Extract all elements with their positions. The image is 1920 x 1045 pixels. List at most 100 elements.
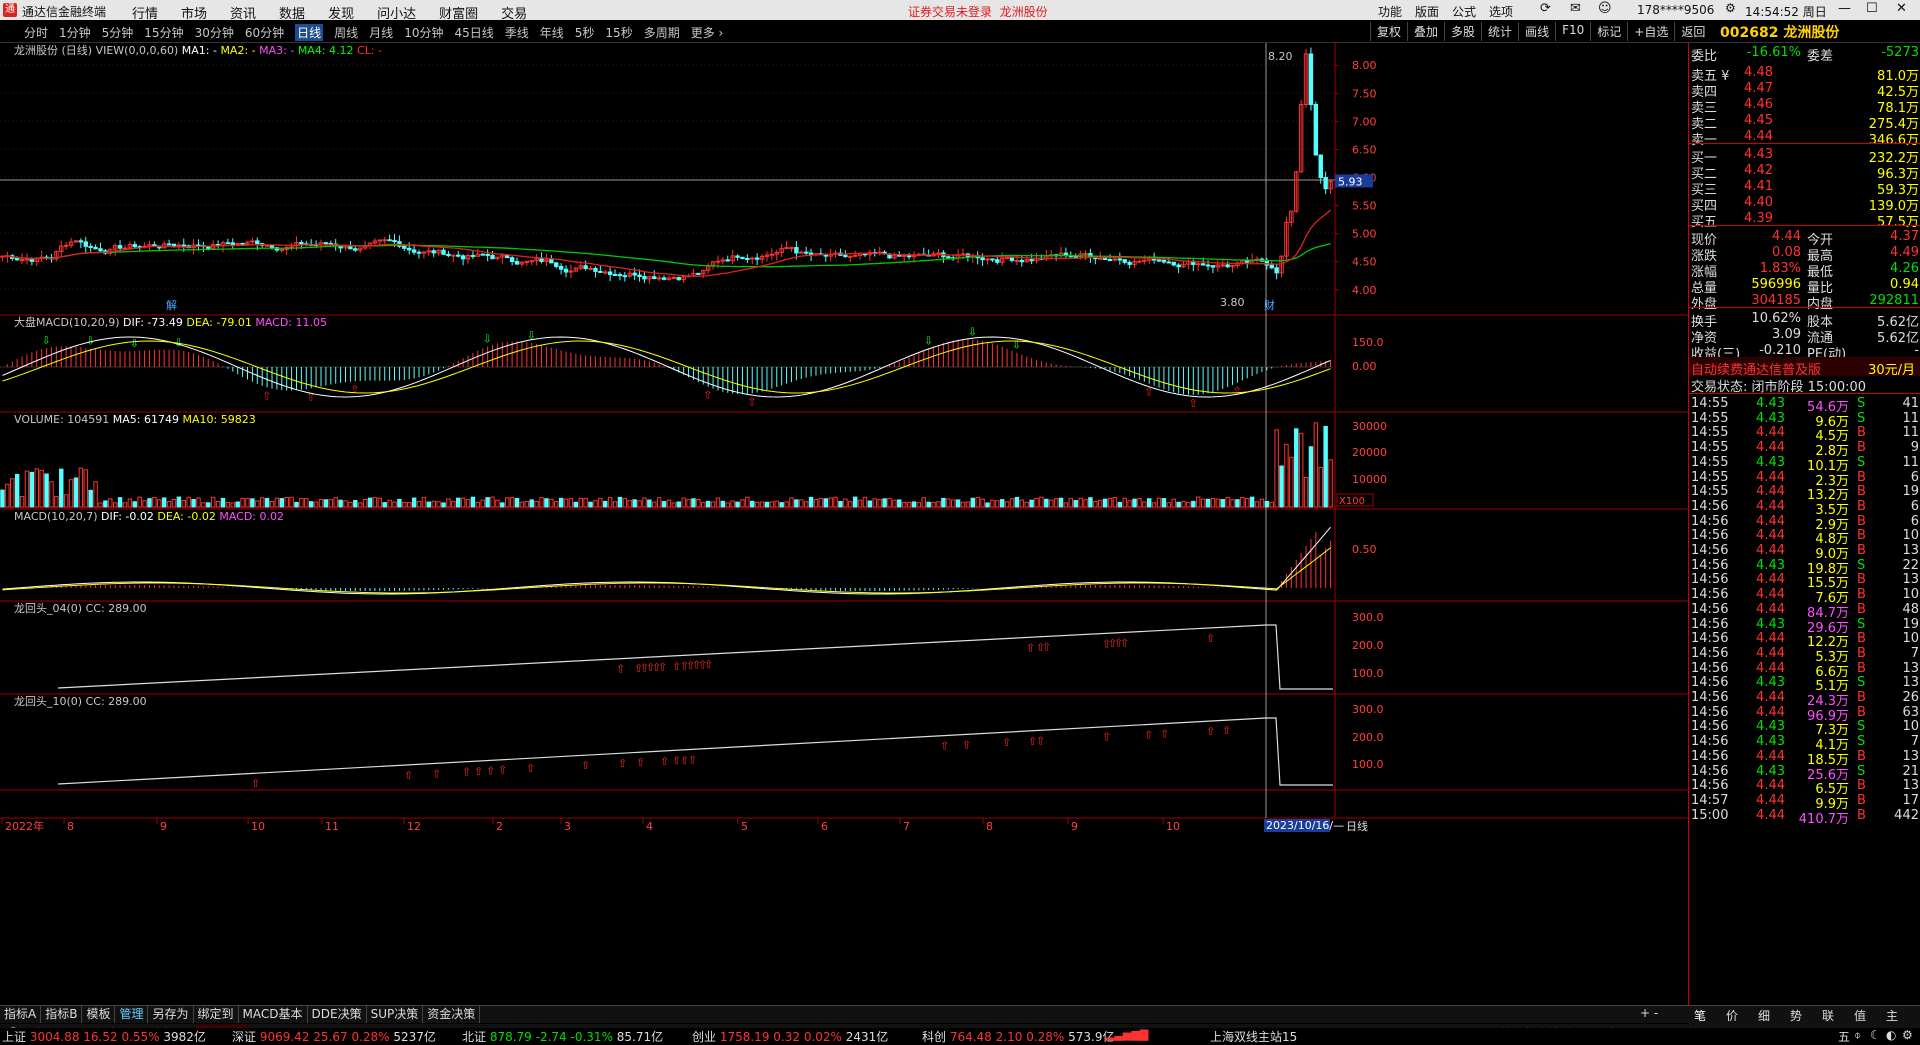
tool-button-7[interactable]: +自选 [1627,22,1674,41]
volume-bar [558,497,564,508]
volume-bar [250,498,255,508]
period-tab-3[interactable]: 15分钟 [144,24,183,41]
indicator-tab-4[interactable]: 另存为 [148,1006,194,1023]
tool-button-4[interactable]: 画线 [1518,22,1555,41]
menu-options[interactable]: 选项 [1489,3,1513,20]
quote-tab-1[interactable]: 价 [1726,1007,1738,1024]
kline-chart[interactable]: 8.007.507.006.506.005.505.004.504.005.93… [0,43,1688,1005]
login-warning[interactable]: 证券交易未登录 龙洲股份 [908,3,1048,20]
candle-body [19,259,25,262]
settings-icon[interactable]: ⚙ [1725,1,1736,15]
period-tab-1[interactable]: 1分钟 [59,24,91,41]
volume-bar [980,498,985,508]
tray-icon-2[interactable]: ☾ [1870,1028,1881,1042]
volume-bar [843,498,848,508]
quote-tab-5[interactable]: 值 [1854,1007,1866,1024]
minimize-icon[interactable]: — [1838,1,1851,16]
maximize-icon[interactable]: ☐ [1866,1,1878,16]
volume-bar [936,501,941,508]
tool-button-5[interactable]: F10 [1555,22,1590,41]
lht10-arrow-icon: ⇧ [1036,734,1045,747]
candle-body [1269,264,1274,269]
quote-tab-3[interactable]: 势 [1790,1007,1802,1024]
trade-status-row: 交易状态: 闭市阶段 15:00:00 [1689,374,1920,395]
period-tab-16[interactable]: 更多 › [691,24,724,41]
period-tab-5[interactable]: 60分钟 [245,24,284,41]
candle-body [1014,259,1020,262]
menu-formula[interactable]: 公式 [1452,3,1476,20]
period-tab-14[interactable]: 15秒 [605,24,632,41]
volume-bar [147,498,152,508]
volume-bar [901,502,907,508]
indicator-tab-7[interactable]: DDE决策 [308,1006,367,1023]
indicator-tab-0[interactable]: 指标A [0,1006,42,1023]
volume-bar [93,481,98,508]
lht10-arrow-icon: ⇧ [462,766,471,779]
refresh-icon[interactable]: ⟳ [1540,1,1551,16]
close-icon[interactable]: ✕ [1896,1,1907,16]
volume-bar [593,500,598,508]
quote-tab-4[interactable]: 联 [1822,1007,1834,1024]
tray-icon-1[interactable]: ⌽ [1854,1028,1861,1043]
tray-icon-0[interactable]: 五 [1838,1028,1850,1045]
period-tab-11[interactable]: 季线 [505,24,529,41]
tray-icon-4[interactable]: ⚙ [1902,1028,1913,1042]
tool-button-3[interactable]: 统计 [1481,22,1518,41]
period-tab-0[interactable]: 分时 [24,24,48,41]
volume-bar [142,500,147,508]
menu-layout[interactable]: 版面 [1415,3,1439,20]
index-3[interactable]: 创业 1758.19 0.32 0.02% 2431亿 [692,1028,888,1045]
period-tab-10[interactable]: 45日线 [454,24,493,41]
volume-bar [1093,501,1098,508]
user-icon[interactable]: ☺ [1598,1,1612,16]
volume-bar [103,500,108,508]
candle-body [181,244,186,247]
quote-tab-0[interactable]: 笔 [1694,1007,1706,1024]
indicator-tab-2[interactable]: 模板 [82,1006,116,1023]
tray-icon-3[interactable]: ◐ [1886,1028,1896,1042]
quote-tab-6[interactable]: 主 [1886,1007,1898,1024]
index-1[interactable]: 深证 9069.42 25.67 0.28% 5237亿 [232,1028,436,1045]
volume-bar [166,500,172,508]
period-tab-8[interactable]: 月线 [369,24,393,41]
period-tab-12[interactable]: 年线 [540,24,564,41]
lht10-arrow-icon: ⇧ [618,757,627,770]
ask-row-1-cell: 4.47 [1744,81,1773,96]
tool-button-6[interactable]: 标记 [1590,22,1627,41]
candle-body [539,258,544,262]
volume-bar [505,497,510,508]
indicator-tabs: 指标A 指标B 模板 管理 另存为 绑定到 MACD基本 DDE决策 SUP决策 资金决策 + - [0,1005,1688,1023]
candle-body [1019,259,1025,263]
period-tab-7[interactable]: 周线 [334,24,358,41]
period-tab-13[interactable]: 5秒 [575,24,595,41]
indicator-tab-8[interactable]: SUP决策 [367,1006,424,1023]
message-icon[interactable]: ✉ [1570,1,1581,16]
index-4[interactable]: 科创 764.48 2.10 0.28% 573.9亿 [922,1028,1114,1045]
indicator-tab-5[interactable]: 绑定到 [194,1006,239,1023]
stat-row-1-cell: 4.49 [1890,245,1919,260]
index-2[interactable]: 北证 878.79 -2.74 -0.31% 85.71亿 [462,1028,663,1045]
candle-body [769,253,775,256]
chart-area[interactable]: 8.007.507.006.506.005.505.004.504.005.93… [0,43,1688,1005]
tool-button-2[interactable]: 多股 [1444,22,1481,41]
zoom-controls[interactable]: + - [1640,1006,1658,1020]
ask-row-0-cell: 4.48 [1744,65,1773,80]
index-0[interactable]: 上证 3004.88 16.52 0.55% 3982亿 [2,1028,206,1045]
tool-button-1[interactable]: 叠加 [1407,22,1444,41]
indicator-tab-3[interactable]: 管理 [115,1006,149,1023]
menu-function[interactable]: 功能 [1378,3,1402,20]
period-tab-6[interactable]: 日线 [295,24,324,41]
period-tab-9[interactable]: 10分钟 [404,24,443,41]
server-label[interactable]: 上海双线主站15 [1210,1028,1297,1045]
volume-bar [784,501,789,508]
period-tab-4[interactable]: 30分钟 [195,24,234,41]
indicator-tab-1[interactable]: 指标B [41,1006,83,1023]
indicator-tab-9[interactable]: 资金决策 [423,1006,481,1023]
volume-bar [83,469,88,508]
tool-button-0[interactable]: 复权 [1370,22,1407,41]
period-tab-2[interactable]: 5分钟 [102,24,134,41]
quote-tab-2[interactable]: 细 [1758,1007,1770,1024]
indicator-tab-6[interactable]: MACD基本 [239,1006,308,1023]
period-tab-15[interactable]: 多周期 [644,24,680,41]
volume-bar [137,496,142,508]
